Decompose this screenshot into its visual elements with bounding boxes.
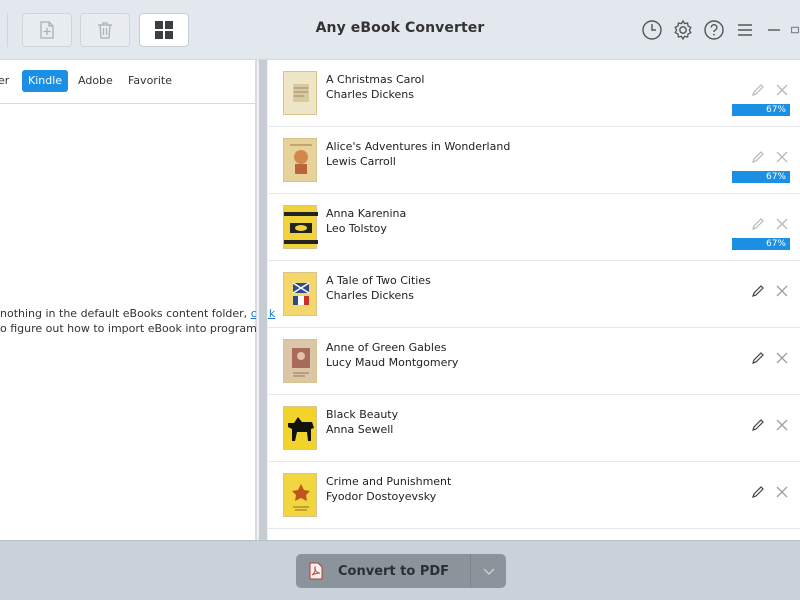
add-book-button[interactable]: [22, 13, 72, 47]
book-title: Anna Karenina: [326, 207, 407, 220]
book-row[interactable]: 2 Alice's Adventures in Wonderland Lewis…: [256, 127, 800, 194]
book-row[interactable]: 1 A Christmas Carol Charles Dickens 67%: [256, 60, 800, 127]
empty-message-line2: o figure out how to import eBook into pr…: [0, 322, 261, 335]
edit-button[interactable]: [750, 82, 766, 98]
gear-icon: [674, 19, 692, 41]
help-icon: [704, 20, 724, 40]
close-icon: [776, 419, 788, 431]
tab-other[interactable]: er: [0, 70, 9, 92]
book-cover: [283, 205, 318, 249]
edit-button[interactable]: [750, 216, 766, 232]
close-icon: [776, 151, 788, 163]
book-list: 1 A Christmas Carol Charles Dickens 67% …: [256, 60, 800, 540]
remove-button[interactable]: [774, 82, 790, 98]
help-button[interactable]: [702, 18, 726, 42]
close-icon: [776, 486, 788, 498]
grid-view-button[interactable]: [139, 13, 189, 47]
book-title: Crime and Punishment: [326, 475, 452, 488]
tab-adobe[interactable]: Adobe: [78, 70, 113, 92]
book-cover: [283, 406, 317, 450]
app-title: Any eBook Converter: [315, 20, 485, 36]
tab-favorite[interactable]: Favorite: [128, 70, 172, 92]
book-cover: [283, 339, 317, 383]
remove-button[interactable]: [774, 149, 790, 165]
minimize-button[interactable]: [762, 18, 786, 42]
remove-button[interactable]: [774, 350, 790, 366]
history-button[interactable]: [640, 18, 664, 42]
pencil-icon: [752, 218, 764, 230]
book-row[interactable]: 4 A Tale of Two Cities Charles Dickens: [256, 261, 800, 328]
clock-icon: [642, 20, 662, 40]
add-file-icon: [40, 21, 54, 39]
tab-kindle[interactable]: Kindle: [22, 70, 69, 92]
book-cover: [283, 71, 317, 115]
close-icon: [776, 352, 788, 364]
trash-icon: [98, 22, 112, 39]
pencil-icon: [752, 486, 764, 498]
book-author: Charles Dickens: [326, 88, 414, 101]
book-title: Alice's Adventures in Wonderland: [326, 140, 511, 153]
maximize-button[interactable]: [790, 18, 800, 42]
grid-icon: [155, 21, 173, 39]
pane-splitter[interactable]: [256, 60, 268, 540]
maximize-icon: [791, 26, 799, 34]
book-author: Anna Sewell: [326, 423, 394, 436]
source-tabs: er Kindle Adobe Favorite: [0, 60, 256, 104]
format-dropdown-button[interactable]: [470, 554, 506, 588]
edit-button[interactable]: [750, 149, 766, 165]
book-row[interactable]: [256, 529, 800, 540]
progress-bar: 67%: [732, 104, 790, 116]
book-cover: [283, 272, 317, 316]
hamburger-icon: [738, 24, 752, 36]
minimize-icon: [768, 29, 780, 31]
splitter-grip[interactable]: [259, 60, 267, 540]
remove-button[interactable]: [774, 417, 790, 433]
pencil-icon: [752, 419, 764, 431]
pdf-icon: [309, 562, 323, 580]
book-title: Black Beauty: [326, 408, 399, 421]
edit-button[interactable]: [750, 350, 766, 366]
book-row[interactable]: 5 Anne of Green Gables Lucy Maud Montgom…: [256, 328, 800, 395]
title-bar: Any eBook Converter: [0, 0, 800, 60]
close-icon: [776, 218, 788, 230]
edit-button[interactable]: [750, 417, 766, 433]
book-title: A Tale of Two Cities: [326, 274, 431, 287]
book-title: Anne of Green Gables: [326, 341, 447, 354]
pencil-icon: [752, 151, 764, 163]
menu-button[interactable]: [733, 18, 757, 42]
bottom-bar: Convert to PDF: [0, 540, 800, 600]
remove-button[interactable]: [774, 283, 790, 299]
empty-library-message: nothing in the default eBooks content fo…: [0, 306, 275, 336]
close-icon: [776, 84, 788, 96]
remove-button[interactable]: [774, 484, 790, 500]
edit-button[interactable]: [750, 484, 766, 500]
progress-bar: 67%: [732, 171, 790, 183]
remove-button[interactable]: [774, 216, 790, 232]
toolbar-edge: [0, 13, 8, 47]
progress-bar: 67%: [732, 238, 790, 250]
close-icon: [776, 285, 788, 297]
book-author: Leo Tolstoy: [326, 222, 387, 235]
edit-button[interactable]: [750, 283, 766, 299]
convert-button[interactable]: Convert to PDF: [296, 554, 470, 588]
settings-button[interactable]: [671, 18, 695, 42]
book-author: Lucy Maud Montgomery: [326, 356, 459, 369]
delete-button[interactable]: [80, 13, 130, 47]
pencil-icon: [752, 84, 764, 96]
pencil-icon: [752, 285, 764, 297]
book-cover: [283, 138, 317, 182]
book-cover: [283, 473, 317, 517]
library-pane: er Kindle Adobe Favorite nothing in the …: [0, 60, 275, 540]
book-row[interactable]: 3 Anna Karenina Leo Tolstoy 67%: [256, 194, 800, 261]
chevron-down-icon: [483, 568, 494, 575]
book-row[interactable]: 7 Crime and Punishment Fyodor Dostoyevsk…: [256, 462, 800, 529]
book-row[interactable]: 6 Black Beauty Anna Sewell: [256, 395, 800, 462]
book-title: A Christmas Carol: [326, 73, 425, 86]
book-author: Lewis Carroll: [326, 155, 396, 168]
empty-message-line1: nothing in the default eBooks content fo…: [0, 307, 248, 320]
book-author: Fyodor Dostoyevsky: [326, 490, 437, 503]
book-author: Charles Dickens: [326, 289, 414, 302]
convert-label: Convert to PDF: [338, 563, 450, 579]
pencil-icon: [752, 352, 764, 364]
